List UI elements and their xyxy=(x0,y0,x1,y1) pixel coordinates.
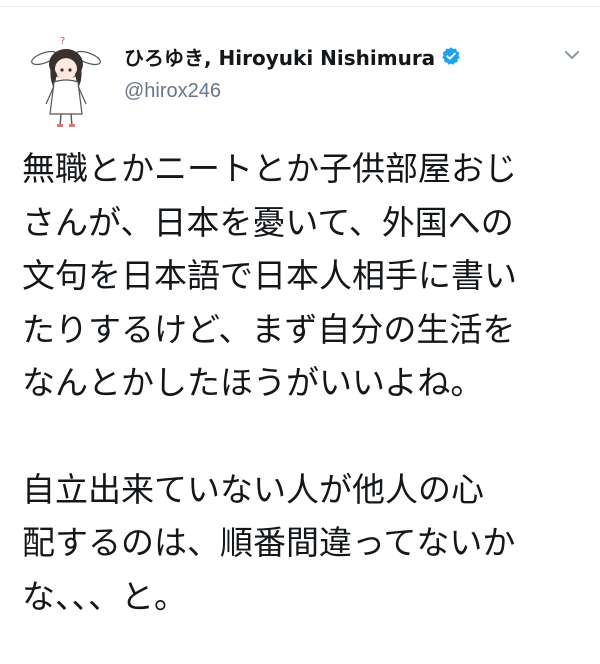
verified-badge-icon xyxy=(441,46,461,66)
tweet-paragraph-2: 自立出来ていない人が他人の心 配するのは、順番間違ってないか な、、、と。 xyxy=(22,469,516,616)
top-divider xyxy=(0,0,600,7)
avatar[interactable]: ? xyxy=(30,34,102,130)
user-handle[interactable]: @hirox246 xyxy=(124,80,544,103)
display-name[interactable]: ひろゆき, Hiroyuki Nishimura xyxy=(124,42,435,71)
avatar-illustration: ? xyxy=(31,36,101,127)
name-row: ひろゆき, Hiroyuki Nishimura xyxy=(124,42,544,70)
tweet-paragraph-1: 無職とかニートとか子供部屋おじ さんが、日本を憂いて、外国への 文句を日本語で日… xyxy=(22,149,517,402)
tweet-header: ひろゆき, Hiroyuki Nishimura @hirox246 xyxy=(124,42,544,103)
svg-text:?: ? xyxy=(60,36,65,47)
tweet-body: 無職とかニートとか子供部屋おじ さんが、日本を憂いて、外国への 文句を日本語で日… xyxy=(22,142,582,623)
chevron-down-icon[interactable] xyxy=(561,44,583,66)
